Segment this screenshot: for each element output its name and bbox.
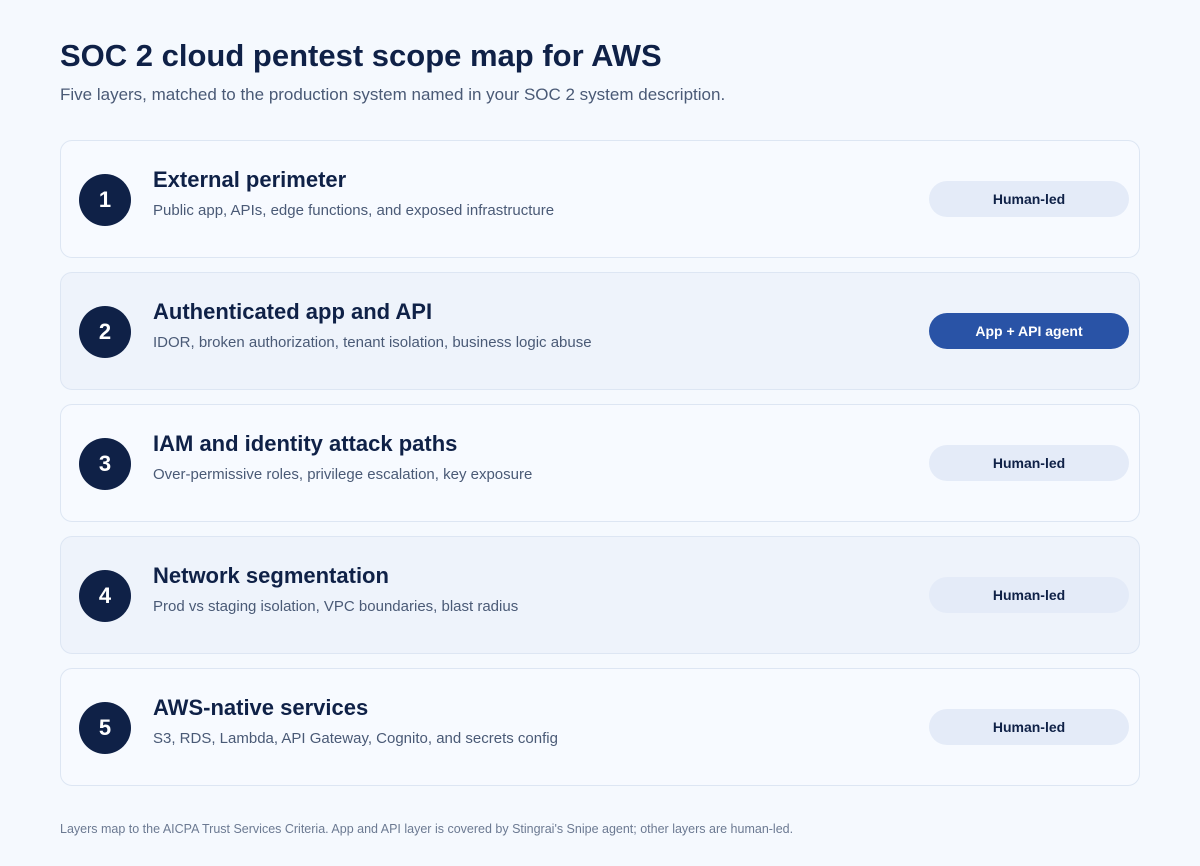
footnote: Layers map to the AICPA Trust Services C… [60, 822, 794, 836]
layer-description: S3, RDS, Lambda, API Gateway, Cognito, a… [153, 730, 558, 747]
layer-tag-pill-agent: App + API agent [929, 313, 1129, 349]
layer-number-badge: 2 [79, 306, 131, 358]
layer-title: AWS-native services [153, 695, 369, 720]
page-title: SOC 2 cloud pentest scope map for AWS [60, 38, 662, 73]
layer-tag-pill: Human-led [929, 577, 1129, 613]
layer-title: IAM and identity attack paths [153, 431, 458, 456]
layer-number-badge: 1 [79, 174, 131, 226]
layer-tag-pill: Human-led [929, 445, 1129, 481]
layer-card-1: 1 External perimeter Public app, APIs, e… [60, 140, 1140, 258]
layer-number-badge: 3 [79, 438, 131, 490]
layer-tag-pill: Human-led [929, 709, 1129, 745]
layer-card-3: 3 IAM and identity attack paths Over-per… [60, 404, 1140, 522]
layer-description: IDOR, broken authorization, tenant isola… [153, 334, 592, 351]
layer-number-badge: 5 [79, 702, 131, 754]
layer-list: 1 External perimeter Public app, APIs, e… [60, 140, 1140, 800]
layer-card-5: 5 AWS-native services S3, RDS, Lambda, A… [60, 668, 1140, 786]
layer-title: Authenticated app and API [153, 299, 433, 324]
layer-description: Over-permissive roles, privilege escalat… [153, 466, 533, 483]
layer-card-2: 2 Authenticated app and API IDOR, broken… [60, 272, 1140, 390]
page-subtitle: Five layers, matched to the production s… [60, 85, 726, 104]
layer-title: External perimeter [153, 167, 347, 192]
layer-number-badge: 4 [79, 570, 131, 622]
layer-description: Public app, APIs, edge functions, and ex… [153, 202, 555, 219]
layer-description: Prod vs staging isolation, VPC boundarie… [153, 598, 519, 615]
layer-card-4: 4 Network segmentation Prod vs staging i… [60, 536, 1140, 654]
layer-tag-pill: Human-led [929, 181, 1129, 217]
layer-title: Network segmentation [153, 563, 389, 588]
